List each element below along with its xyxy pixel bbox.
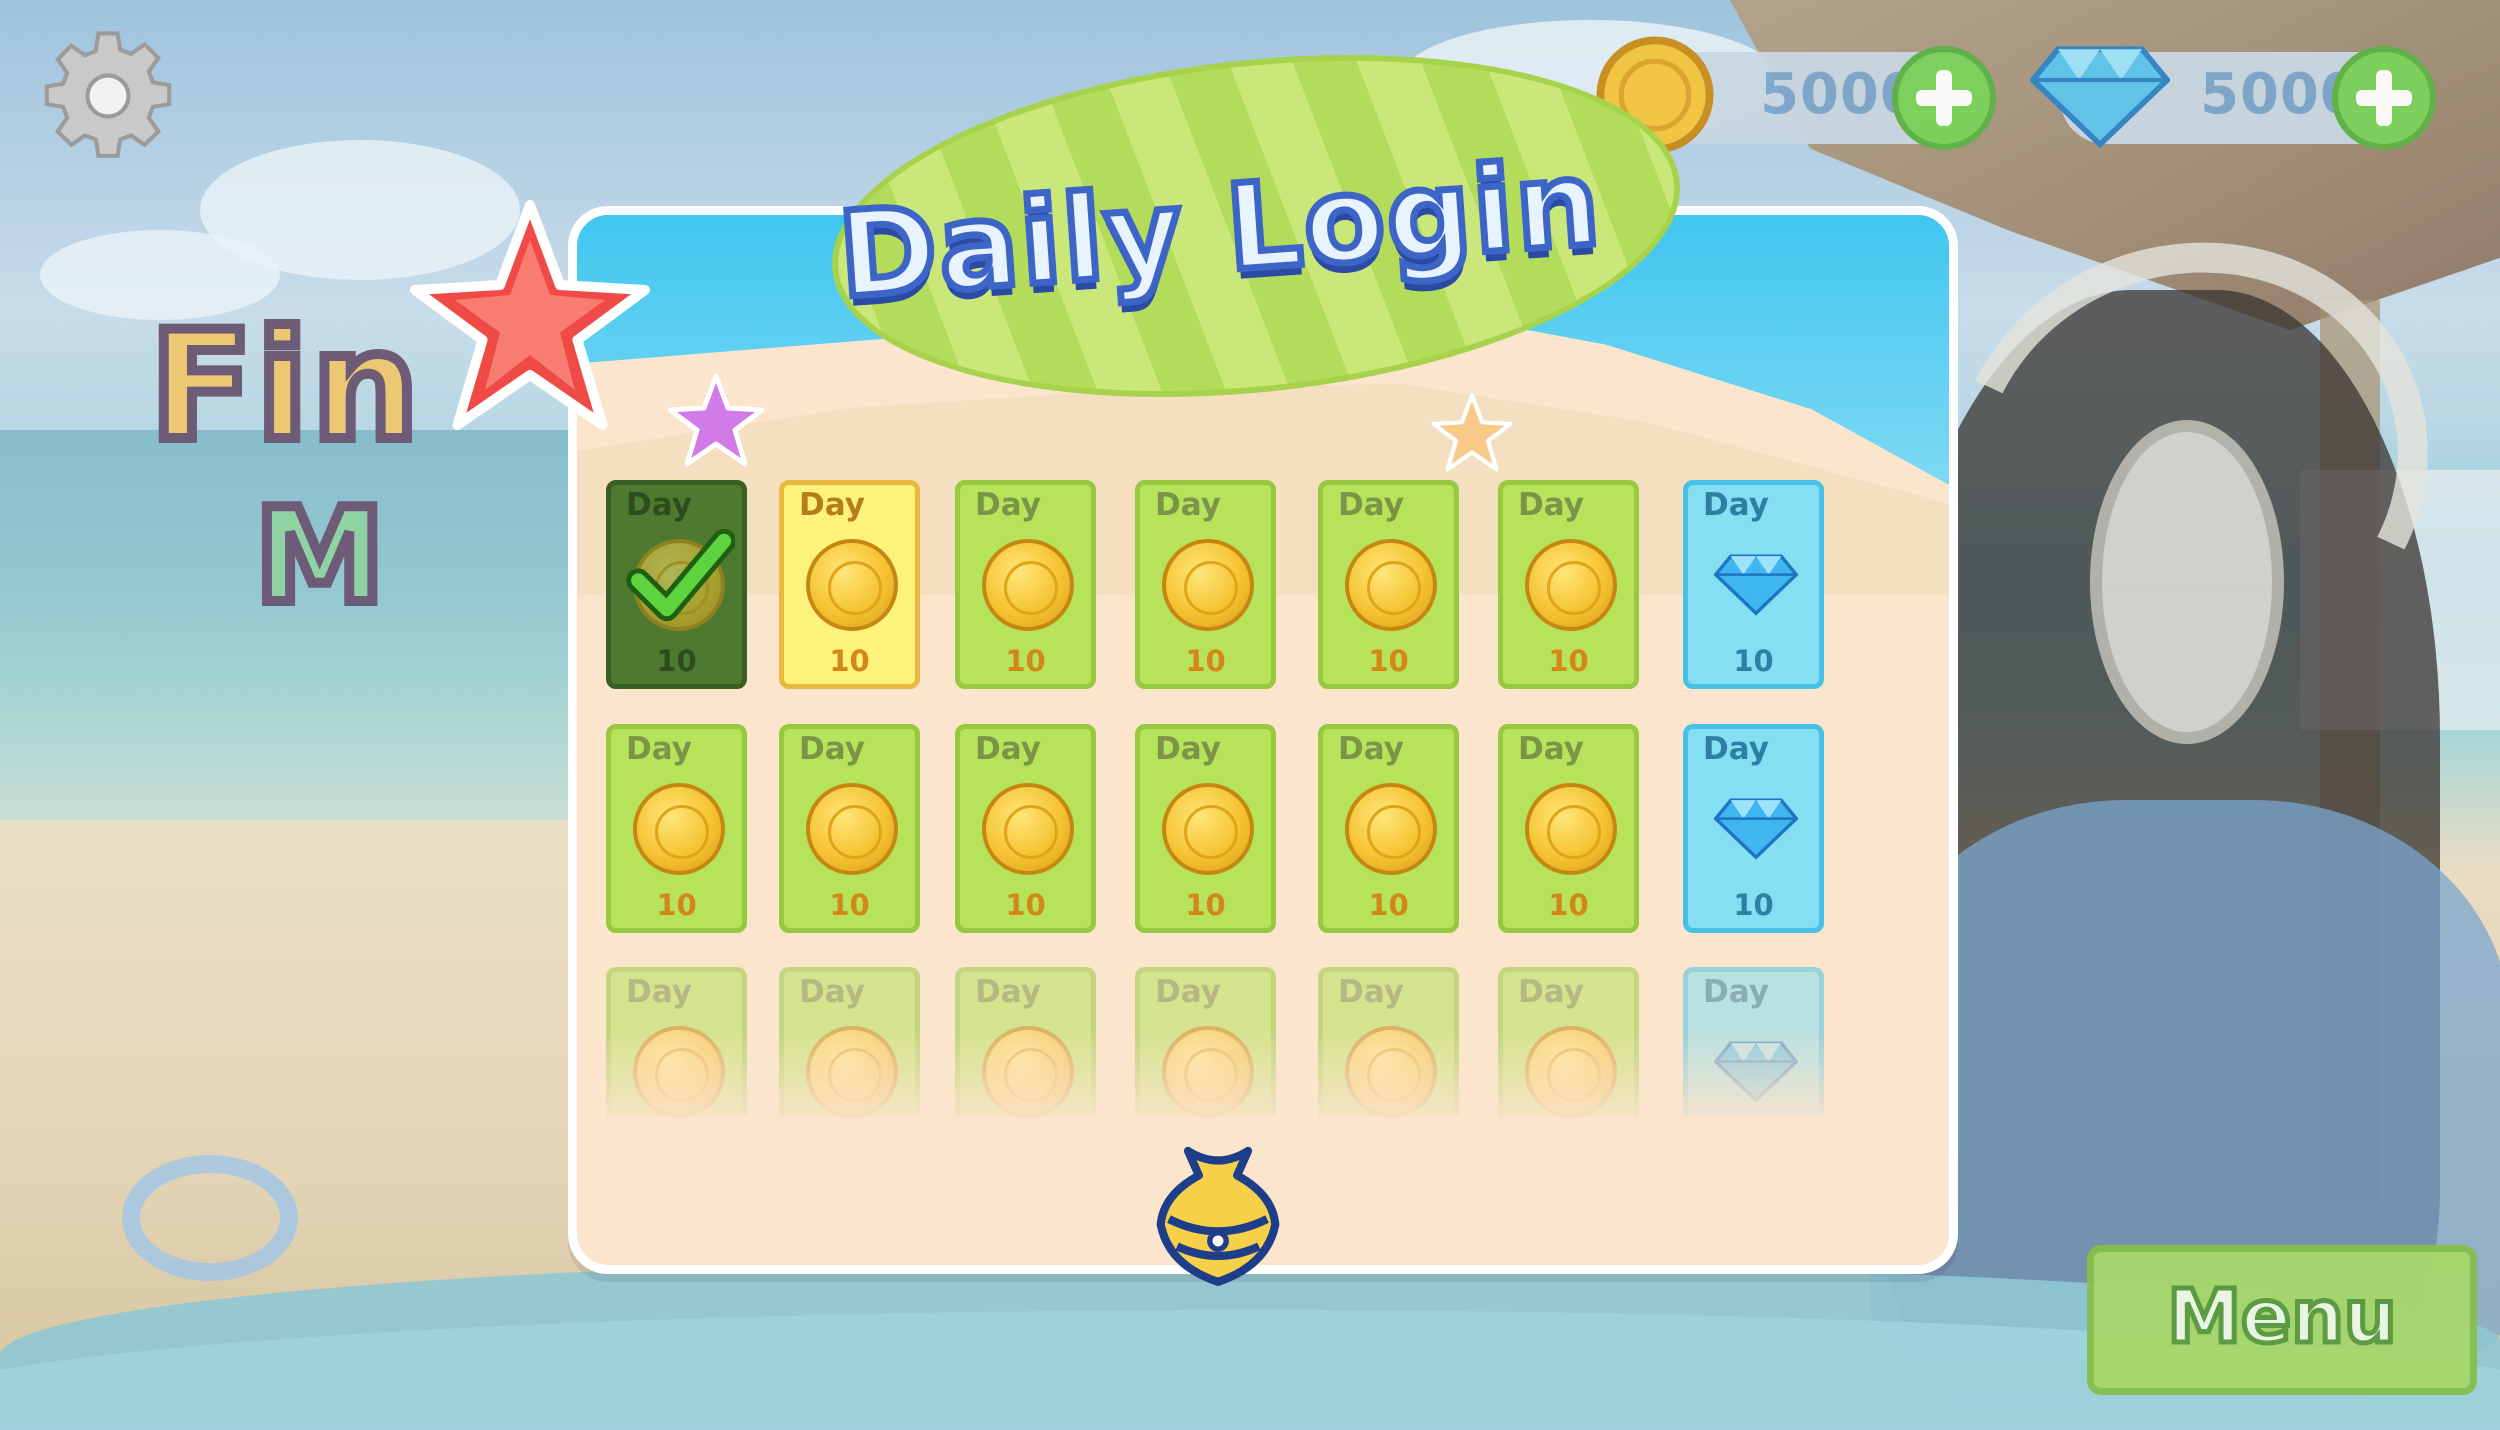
reward-card[interactable]: Day 10 bbox=[779, 724, 920, 933]
day-label: Day bbox=[1338, 487, 1404, 523]
reward-amount: 10 bbox=[1548, 888, 1589, 922]
background-float-ring bbox=[122, 1155, 298, 1281]
day-label: Day bbox=[975, 974, 1041, 1010]
reward-amount: 10 bbox=[1368, 888, 1409, 922]
reward-card-day-claimed[interactable]: Day 10 bbox=[606, 480, 747, 689]
coin-icon bbox=[1162, 783, 1254, 875]
coin-icon bbox=[633, 783, 725, 875]
diamond-balance-bar: 5000 bbox=[2030, 46, 2436, 150]
reward-card[interactable]: Day 10 bbox=[606, 724, 747, 933]
coin-icon bbox=[1345, 539, 1437, 631]
coin-icon bbox=[1162, 539, 1254, 631]
reward-amount: 10 bbox=[1733, 644, 1774, 678]
coin-icon bbox=[1525, 783, 1617, 875]
coin-icon bbox=[806, 539, 898, 631]
reward-amount: 10 bbox=[829, 644, 870, 678]
reward-card-bonus[interactable]: Day 10 bbox=[1683, 480, 1824, 689]
day-label: Day bbox=[1338, 974, 1404, 1010]
reward-amount: 10 bbox=[829, 888, 870, 922]
day-label: Day bbox=[1338, 731, 1404, 767]
game-logo: Fin bbox=[145, 295, 424, 479]
purple-starfish-icon bbox=[667, 373, 765, 467]
headphone-cup bbox=[2090, 420, 2284, 744]
menu-button-label: Menu bbox=[2165, 1272, 2399, 1363]
diamond-icon bbox=[2030, 46, 2170, 149]
day-label: Day bbox=[1703, 487, 1769, 523]
day-label: Day bbox=[975, 731, 1041, 767]
red-starfish-icon bbox=[410, 200, 650, 430]
day-label: Day bbox=[1155, 974, 1221, 1010]
reward-amount: 10 bbox=[1185, 888, 1226, 922]
reward-card[interactable]: Day 10 bbox=[1135, 724, 1276, 933]
day-label: Day bbox=[626, 731, 692, 767]
game-logo-line2: M bbox=[250, 475, 389, 637]
menu-button[interactable]: Menu bbox=[2087, 1245, 2477, 1395]
reward-amount: 10 bbox=[1005, 644, 1046, 678]
day-label: Day bbox=[626, 487, 692, 523]
reward-card-day-current[interactable]: Day 10 bbox=[779, 480, 920, 689]
diamond-icon bbox=[1714, 798, 1798, 860]
diamond-icon bbox=[1714, 554, 1798, 616]
reward-card[interactable]: Day 10 bbox=[955, 480, 1096, 689]
reward-card-bonus[interactable]: Day 10 bbox=[1683, 724, 1824, 933]
reward-amount: 10 bbox=[1368, 644, 1409, 678]
reward-card[interactable]: Day 10 bbox=[1135, 480, 1276, 689]
reward-amount: 10 bbox=[1548, 644, 1589, 678]
grid-fade-overlay bbox=[590, 1030, 1910, 1140]
coin-icon bbox=[1525, 539, 1617, 631]
day-label: Day bbox=[799, 487, 865, 523]
reward-amount: 10 bbox=[1005, 888, 1046, 922]
coin-balance-bar: 5000 bbox=[1596, 36, 1996, 154]
reward-card[interactable]: Day 10 bbox=[1318, 724, 1459, 933]
reward-card[interactable]: Day 10 bbox=[1498, 480, 1639, 689]
vase-icon[interactable] bbox=[1148, 1140, 1288, 1290]
reward-amount: 10 bbox=[656, 888, 697, 922]
reward-card[interactable]: Day 10 bbox=[1318, 480, 1459, 689]
day-label: Day bbox=[799, 974, 865, 1010]
coin-icon bbox=[982, 783, 1074, 875]
add-diamonds-button[interactable] bbox=[2332, 46, 2436, 150]
reward-card[interactable]: Day 10 bbox=[955, 724, 1096, 933]
orange-starfish-icon bbox=[1431, 393, 1513, 472]
day-label: Day bbox=[1155, 731, 1221, 767]
day-label: Day bbox=[1703, 974, 1769, 1010]
day-label: Day bbox=[1155, 487, 1221, 523]
day-label: Day bbox=[799, 731, 865, 767]
day-label: Day bbox=[626, 974, 692, 1010]
day-label: Day bbox=[1518, 974, 1584, 1010]
day-label: Day bbox=[1518, 487, 1584, 523]
reward-amount: 10 bbox=[1185, 644, 1226, 678]
reward-card[interactable]: Day 10 bbox=[1498, 724, 1639, 933]
coin-icon bbox=[1345, 783, 1437, 875]
coin-icon bbox=[982, 539, 1074, 631]
day-label: Day bbox=[975, 487, 1041, 523]
add-coins-button[interactable] bbox=[1892, 46, 1996, 150]
reward-amount: 10 bbox=[656, 644, 697, 678]
day-label: Day bbox=[1703, 731, 1769, 767]
reward-amount: 10 bbox=[1733, 888, 1774, 922]
checkmark-icon bbox=[626, 528, 735, 622]
day-label: Day bbox=[1518, 731, 1584, 767]
gear-icon[interactable] bbox=[40, 28, 176, 164]
coin-icon bbox=[806, 783, 898, 875]
